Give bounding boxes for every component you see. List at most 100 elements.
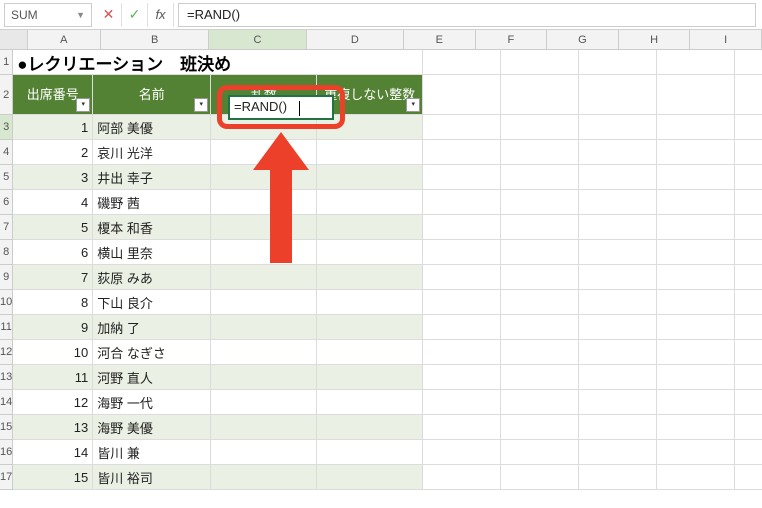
- row-header[interactable]: 6: [0, 190, 13, 215]
- table-cell-name[interactable]: 皆川 兼: [93, 440, 211, 465]
- cell[interactable]: [501, 290, 579, 315]
- cell[interactable]: [423, 465, 501, 490]
- cell[interactable]: [657, 240, 735, 265]
- cell[interactable]: [735, 315, 762, 340]
- cell[interactable]: [501, 190, 579, 215]
- cell[interactable]: [579, 390, 657, 415]
- cell[interactable]: [579, 440, 657, 465]
- table-cell-int[interactable]: [317, 115, 423, 140]
- table-cell-id[interactable]: 3: [13, 165, 93, 190]
- table-cell-id[interactable]: 11: [13, 365, 93, 390]
- cell[interactable]: [317, 50, 423, 75]
- cell[interactable]: [423, 315, 501, 340]
- cell[interactable]: [735, 290, 762, 315]
- cell[interactable]: [423, 290, 501, 315]
- name-box[interactable]: SUM ▼: [4, 3, 92, 27]
- table-cell-rand[interactable]: [211, 165, 317, 190]
- table-cell-name[interactable]: 河合 なぎさ: [93, 340, 211, 365]
- fx-button[interactable]: fx: [148, 3, 174, 27]
- table-cell-rand[interactable]: [211, 365, 317, 390]
- cancel-button[interactable]: ✕: [96, 3, 122, 27]
- table-cell-name[interactable]: 磯野 茜: [93, 190, 211, 215]
- table-cell-id[interactable]: 15: [13, 465, 93, 490]
- table-cell-int[interactable]: [317, 465, 423, 490]
- cell[interactable]: [579, 240, 657, 265]
- cell[interactable]: [735, 140, 762, 165]
- table-cell-id[interactable]: 12: [13, 390, 93, 415]
- cell[interactable]: [501, 265, 579, 290]
- filter-button[interactable]: ▾: [194, 98, 208, 112]
- cell[interactable]: [657, 190, 735, 215]
- cell[interactable]: [501, 415, 579, 440]
- table-cell-name[interactable]: 海野 美優: [93, 415, 211, 440]
- table-cell-rand[interactable]: [211, 115, 317, 140]
- table-cell-name[interactable]: 皆川 裕司: [93, 465, 211, 490]
- table-cell-rand[interactable]: [211, 190, 317, 215]
- table-cell-int[interactable]: [317, 415, 423, 440]
- cell[interactable]: [657, 115, 735, 140]
- cell[interactable]: [735, 390, 762, 415]
- cell[interactable]: [423, 265, 501, 290]
- table-cell-name[interactable]: 横山 里奈: [93, 240, 211, 265]
- cell[interactable]: [579, 190, 657, 215]
- cell[interactable]: [735, 240, 762, 265]
- table-cell-id[interactable]: 9: [13, 315, 93, 340]
- cells-area[interactable]: ●レクリエーション 班決め 出席番号▾ 名前▾ 乱数▾ 重複しない整数▾: [13, 50, 762, 490]
- col-header-a[interactable]: A: [28, 30, 101, 49]
- cell[interactable]: [735, 340, 762, 365]
- row-header[interactable]: 3: [0, 115, 13, 140]
- table-cell-rand[interactable]: [211, 290, 317, 315]
- table-cell-int[interactable]: [317, 190, 423, 215]
- formula-input[interactable]: =RAND(): [178, 3, 756, 27]
- row-header[interactable]: 16: [0, 440, 13, 465]
- row-header[interactable]: 12: [0, 340, 13, 365]
- select-all-corner[interactable]: [0, 30, 28, 49]
- table-cell-rand[interactable]: [211, 240, 317, 265]
- cell[interactable]: [579, 140, 657, 165]
- table-cell-name[interactable]: 哀川 光洋: [93, 140, 211, 165]
- row-header[interactable]: 4: [0, 140, 13, 165]
- row-header[interactable]: 8: [0, 240, 13, 265]
- cell[interactable]: [735, 215, 762, 240]
- cell[interactable]: [423, 415, 501, 440]
- cell[interactable]: [657, 215, 735, 240]
- cell[interactable]: [501, 215, 579, 240]
- table-cell-name[interactable]: 海野 一代: [93, 390, 211, 415]
- cell[interactable]: [657, 50, 735, 75]
- cell[interactable]: [501, 440, 579, 465]
- table-cell-id[interactable]: 13: [13, 415, 93, 440]
- confirm-button[interactable]: ✓: [122, 3, 148, 27]
- cell[interactable]: [579, 340, 657, 365]
- filter-button[interactable]: ▾: [76, 98, 90, 112]
- cell[interactable]: [579, 415, 657, 440]
- row-header[interactable]: 11: [0, 315, 13, 340]
- row-header[interactable]: 10: [0, 290, 13, 315]
- table-cell-id[interactable]: 7: [13, 265, 93, 290]
- table-cell-name[interactable]: 河野 直人: [93, 365, 211, 390]
- cell[interactable]: [501, 115, 579, 140]
- table-cell-rand[interactable]: [211, 315, 317, 340]
- table-cell-int[interactable]: [317, 240, 423, 265]
- cell[interactable]: [735, 115, 762, 140]
- table-cell-id[interactable]: 2: [13, 140, 93, 165]
- table-cell-rand[interactable]: [211, 390, 317, 415]
- table-cell-int[interactable]: [317, 315, 423, 340]
- row-header[interactable]: 5: [0, 165, 13, 190]
- cell[interactable]: [657, 415, 735, 440]
- col-header-i[interactable]: I: [690, 30, 762, 49]
- cell[interactable]: [423, 50, 501, 75]
- cell[interactable]: [579, 315, 657, 340]
- cell[interactable]: [501, 140, 579, 165]
- cell[interactable]: [423, 215, 501, 240]
- table-cell-int[interactable]: [317, 265, 423, 290]
- cell[interactable]: [501, 50, 579, 75]
- col-header-f[interactable]: F: [476, 30, 548, 49]
- row-header[interactable]: 17: [0, 465, 13, 490]
- table-cell-int[interactable]: [317, 290, 423, 315]
- cell[interactable]: [501, 315, 579, 340]
- table-cell-id[interactable]: 10: [13, 340, 93, 365]
- col-header-e[interactable]: E: [404, 30, 476, 49]
- cell[interactable]: [501, 240, 579, 265]
- cell[interactable]: [579, 465, 657, 490]
- filter-button[interactable]: ▾: [300, 98, 314, 112]
